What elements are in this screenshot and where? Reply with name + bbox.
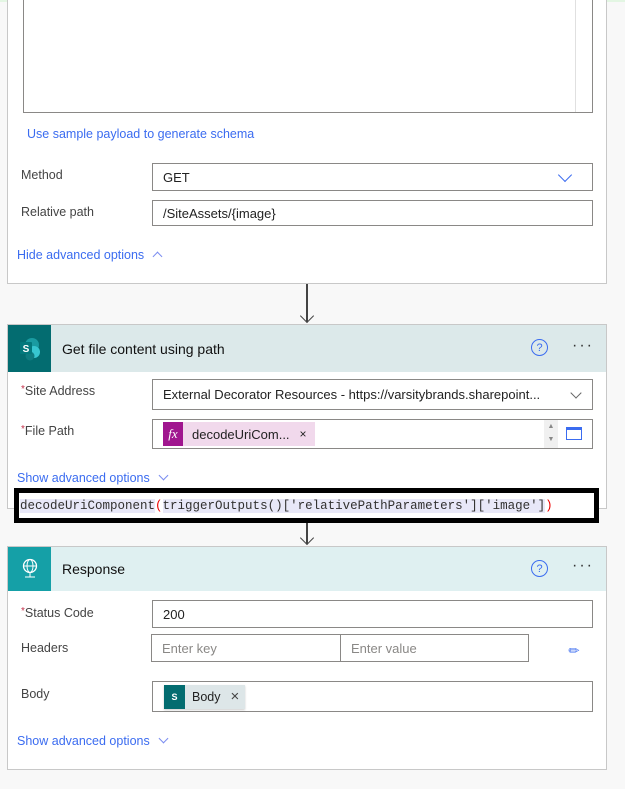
body-input[interactable]: S Body ×: [152, 681, 593, 712]
headers-label: Headers: [21, 641, 69, 655]
use-sample-payload-link[interactable]: Use sample payload to generate schema: [27, 127, 254, 141]
hide-advanced-label: Hide advanced options: [17, 248, 145, 262]
file-path-input[interactable]: fx decodeUriCom... × ▲ ▼: [152, 419, 593, 449]
expression-token[interactable]: fx decodeUriCom... ×: [163, 422, 315, 446]
site-address-select[interactable]: External Decorator Resources - https://v…: [152, 379, 593, 410]
more-options-icon[interactable]: ···: [572, 337, 594, 355]
card-title: Response: [62, 561, 126, 577]
scroll-arrows[interactable]: ▲ ▼: [544, 420, 558, 448]
switch-to-text-mode-icon[interactable]: ✎: [565, 641, 584, 660]
svg-text:S: S: [22, 344, 29, 355]
http-trigger-card: Use sample payload to generate schema Me…: [7, 0, 607, 284]
chevron-down-icon: [158, 733, 169, 744]
token-label: Body: [192, 689, 221, 704]
card-header[interactable]: S Get file content using path ? ···: [8, 325, 606, 372]
arrow-down-icon: [299, 530, 315, 546]
scrollbar[interactable]: [575, 0, 576, 112]
help-icon[interactable]: ?: [531, 339, 548, 356]
site-address-value: External Decorator Resources - https://v…: [163, 387, 541, 402]
method-label: Method: [21, 168, 63, 182]
relative-path-input[interactable]: /SiteAssets/{image}: [152, 200, 593, 226]
sharepoint-icon: S: [8, 325, 51, 372]
status-code-input[interactable]: 200: [152, 600, 593, 628]
method-value: GET: [163, 169, 190, 185]
show-advanced-options[interactable]: Show advanced options: [17, 470, 169, 485]
get-file-content-card: S Get file content using path ? ··· *Sit…: [7, 324, 607, 509]
chevron-down-icon: [158, 470, 169, 481]
fx-icon: fx: [163, 422, 183, 446]
relative-path-label: Relative path: [21, 205, 94, 219]
hide-advanced-options[interactable]: Hide advanced options: [17, 248, 163, 262]
globe-icon: [8, 547, 51, 591]
arrow-down-icon: [299, 308, 315, 324]
site-address-label: *Site Address: [21, 384, 96, 398]
file-path-label: *File Path: [21, 424, 75, 438]
expression-callout: decodeUriComponent(triggerOutputs()['rel…: [14, 488, 599, 523]
show-advanced-options[interactable]: Show advanced options: [17, 733, 169, 748]
show-advanced-label: Show advanced options: [17, 471, 150, 485]
more-options-icon[interactable]: ···: [572, 557, 594, 575]
expression-open-paren: (: [155, 498, 163, 513]
expression-close-paren: ): [545, 498, 553, 513]
folder-icon[interactable]: [566, 427, 582, 440]
card-title: Get file content using path: [62, 340, 225, 357]
status-code-label: *Status Code: [21, 606, 94, 620]
method-select[interactable]: GET: [152, 163, 593, 191]
chevron-down-icon[interactable]: [557, 167, 573, 183]
card-header[interactable]: Response ? ···: [8, 547, 606, 591]
expression-args: triggerOutputs()['relativePathParameters…: [162, 498, 546, 513]
help-icon[interactable]: ?: [531, 560, 548, 577]
body-label: Body: [21, 687, 50, 701]
body-token[interactable]: S Body ×: [164, 684, 246, 709]
schema-textarea[interactable]: [23, 0, 593, 113]
header-key-input[interactable]: Enter key: [151, 634, 341, 662]
token-label: decodeUriCom...: [192, 426, 290, 442]
show-advanced-label: Show advanced options: [17, 734, 150, 748]
remove-token-icon[interactable]: ×: [231, 688, 240, 705]
chevron-down-icon[interactable]: [570, 387, 582, 399]
header-value-input[interactable]: Enter value: [340, 634, 529, 662]
expression-function: decodeUriComponent: [20, 498, 156, 513]
sharepoint-icon: S: [164, 684, 185, 709]
remove-token-icon[interactable]: ×: [300, 427, 307, 441]
response-card: Response ? ··· *Status Code 200 Headers …: [7, 546, 607, 770]
chevron-up-icon: [152, 251, 163, 262]
